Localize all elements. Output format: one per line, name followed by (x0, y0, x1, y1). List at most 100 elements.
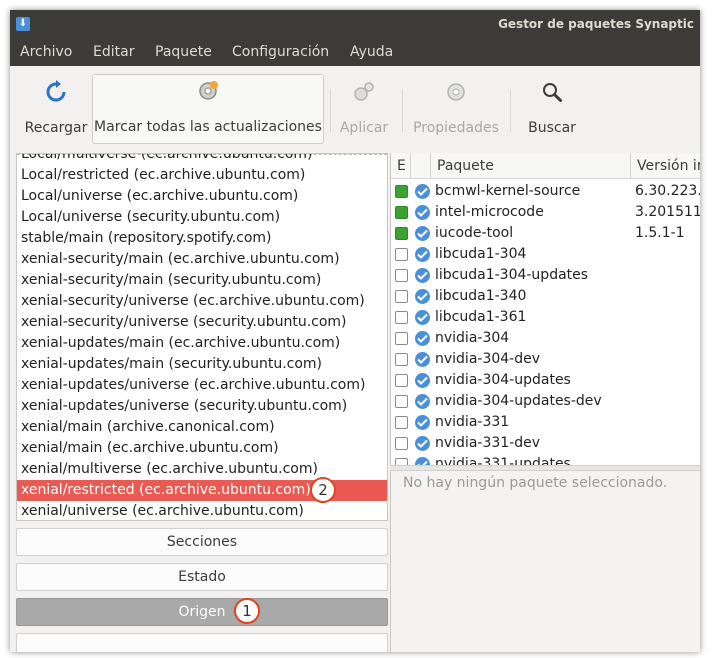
table-row[interactable]: libcuda1-304-updates (391, 265, 700, 286)
supported-icon (415, 184, 430, 199)
supported-icon (415, 331, 430, 346)
callout-badge-2: 2 (310, 477, 336, 503)
installed-version: 1.5.1-1 (635, 225, 685, 241)
origin-item[interactable]: xenial-updates/main (security.ubuntu.com… (17, 354, 387, 375)
table-row[interactable]: libcuda1-361 (391, 307, 700, 328)
table-row[interactable]: intel-microcode 3.2015110 (391, 202, 700, 223)
not-installed-checkbox[interactable] (395, 248, 408, 261)
table-header: E Paquete Versión ir (391, 153, 700, 179)
origin-item[interactable]: xenial/main (archive.canonical.com) (17, 417, 387, 438)
properties-label: Propiedades (413, 120, 499, 136)
installed-checkbox[interactable] (395, 185, 408, 198)
title-bar[interactable]: ⬇ Gestor de paquetes Synaptic (10, 10, 700, 40)
table-row[interactable]: nvidia-304 (391, 328, 700, 349)
origin-item[interactable]: Local/restricted (ec.archive.ubuntu.com) (17, 165, 387, 186)
window-title: Gestor de paquetes Synaptic (498, 17, 694, 31)
supported-icon (415, 247, 430, 262)
table-row[interactable]: bcmwl-kernel-source 6.30.223.2 (391, 181, 700, 202)
table-row[interactable]: nvidia-304-updates (391, 370, 700, 391)
no-package-selected-text: No hay ningún paquete seleccionado. (403, 475, 668, 491)
origin-item[interactable]: xenial-updates/universe (security.ubuntu… (17, 396, 387, 417)
table-row[interactable]: nvidia-331 (391, 412, 700, 433)
menu-archivo[interactable]: Archivo (20, 44, 72, 60)
installed-checkbox[interactable] (395, 227, 408, 240)
origin-item[interactable]: xenial-updates/universe (ec.archive.ubun… (17, 375, 387, 396)
not-installed-checkbox[interactable] (395, 311, 408, 324)
package-name: nvidia-304-dev (435, 351, 541, 367)
properties-icon (447, 83, 465, 101)
origin-item[interactable]: xenial-security/universe (security.ubunt… (17, 312, 387, 333)
origin-item[interactable]: xenial-security/main (ec.archive.ubuntu.… (17, 249, 387, 270)
not-installed-checkbox[interactable] (395, 290, 408, 303)
menu-configuracion[interactable]: Configuración (232, 44, 329, 60)
supported-icon (415, 373, 430, 388)
origin-list[interactable]: Local/multiverse (ec.archive.ubuntu.com)… (16, 153, 388, 521)
package-table: E Paquete Versión ir bcmwl-kernel-source… (390, 153, 700, 465)
table-row[interactable]: libcuda1-304 (391, 244, 700, 265)
synaptic-window: ⬇ Gestor de paquetes Synaptic Archivo Ed… (10, 10, 700, 652)
table-row[interactable]: libcuda1-340 (391, 286, 700, 307)
package-name: libcuda1-304 (435, 246, 527, 262)
callout-badge-1: 1 (234, 598, 260, 624)
origin-item[interactable]: xenial/main (ec.archive.ubuntu.com) (17, 438, 387, 459)
reload-icon (46, 80, 66, 102)
description-pane: No hay ningún paquete seleccionado. (390, 471, 700, 652)
not-installed-checkbox[interactable] (395, 332, 408, 345)
search-icon (543, 83, 562, 102)
supported-icon (415, 268, 430, 283)
menu-paquete[interactable]: Paquete (155, 44, 212, 60)
not-installed-checkbox[interactable] (395, 458, 408, 465)
table-row[interactable]: nvidia-331-updates (391, 454, 700, 465)
toolbar-separator (330, 90, 331, 132)
table-row[interactable]: nvidia-304-updates-dev (391, 391, 700, 412)
origin-item[interactable]: stable/main (repository.spotify.com) (17, 228, 387, 249)
reload-label: Recargar (24, 120, 88, 136)
origin-item[interactable]: Local/multiverse (ec.archive.ubuntu.com) (17, 154, 387, 165)
column-status[interactable]: E (391, 153, 411, 179)
package-name: nvidia-331 (435, 414, 510, 430)
apply-label: Aplicar (339, 120, 389, 136)
next-filter-button[interactable] (16, 633, 388, 652)
search-button[interactable]: Buscar (520, 76, 584, 140)
not-installed-checkbox[interactable] (395, 353, 408, 366)
package-name: bcmwl-kernel-source (435, 183, 581, 199)
origin-item[interactable]: xenial-security/main (security.ubuntu.co… (17, 270, 387, 291)
origin-filter-button[interactable]: Origen (16, 598, 388, 626)
table-row[interactable]: nvidia-331-dev (391, 433, 700, 454)
column-package[interactable]: Paquete (431, 153, 631, 179)
table-row[interactable]: nvidia-304-dev (391, 349, 700, 370)
origin-item[interactable]: xenial-security/universe (ec.archive.ubu… (17, 291, 387, 312)
origin-item[interactable]: Local/universe (ec.archive.ubuntu.com) (17, 186, 387, 207)
not-installed-checkbox[interactable] (395, 395, 408, 408)
supported-icon (415, 289, 430, 304)
package-name: libcuda1-340 (435, 288, 527, 304)
supported-icon (415, 394, 430, 409)
not-installed-checkbox[interactable] (395, 269, 408, 282)
apply-button[interactable]: Aplicar (332, 76, 396, 140)
supported-icon (415, 352, 430, 367)
reload-button[interactable]: Recargar (24, 76, 88, 140)
installed-version: 6.30.223.2 (635, 183, 700, 199)
column-support[interactable] (411, 153, 431, 179)
origin-item[interactable]: xenial-updates/main (ec.archive.ubuntu.c… (17, 333, 387, 354)
not-installed-checkbox[interactable] (395, 416, 408, 429)
table-row[interactable]: iucode-tool 1.5.1-1 (391, 223, 700, 244)
package-name: nvidia-304-updates-dev (435, 393, 602, 409)
installed-checkbox[interactable] (395, 206, 408, 219)
column-installed-version[interactable]: Versión ir (631, 153, 700, 179)
sections-filter-button[interactable]: Secciones (16, 528, 388, 556)
menu-editar[interactable]: Editar (93, 44, 134, 60)
mark-all-upgrades-button[interactable]: Marcar todas las actualizaciones (92, 74, 324, 144)
origin-item[interactable]: Local/universe (security.ubuntu.com) (17, 207, 387, 228)
package-name: libcuda1-361 (435, 309, 527, 325)
not-installed-checkbox[interactable] (395, 437, 408, 450)
status-filter-button[interactable]: Estado (16, 563, 388, 591)
properties-button[interactable]: Propiedades (404, 76, 508, 140)
origin-item[interactable]: xenial/multiverse (ec.archive.ubuntu.com… (17, 459, 387, 480)
menu-ayuda[interactable]: Ayuda (350, 44, 393, 60)
origin-item[interactable]: xenial/universe (ec.archive.ubuntu.com) (17, 501, 387, 520)
toolbar-separator (402, 90, 403, 132)
supported-icon (415, 415, 430, 430)
not-installed-checkbox[interactable] (395, 374, 408, 387)
package-name: nvidia-331-updates (435, 456, 571, 465)
